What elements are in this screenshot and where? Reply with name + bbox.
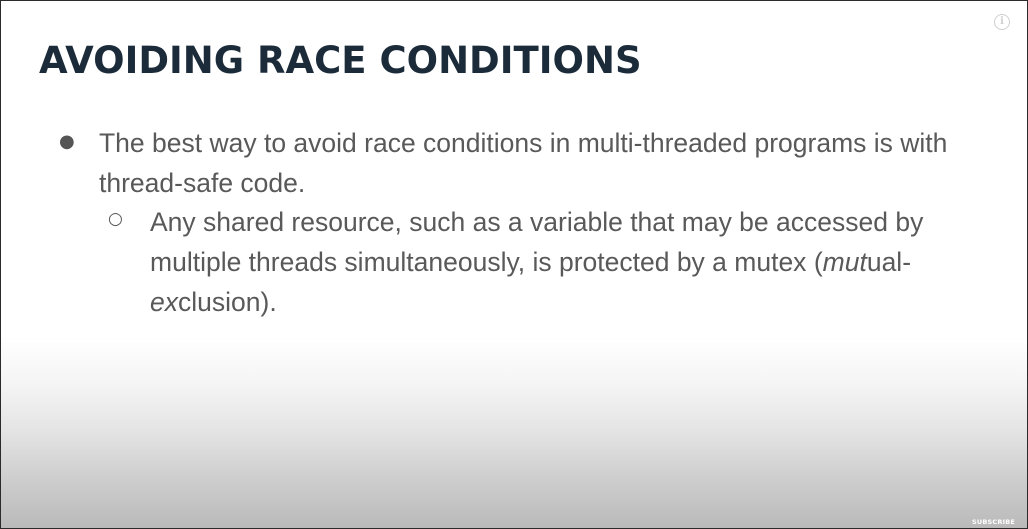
paren-open: ( <box>813 247 823 277</box>
ual-plain: ual- <box>866 247 912 277</box>
info-icon[interactable]: i <box>994 14 1010 30</box>
sub-bullet-main: Any shared resource, such as a variable … <box>150 207 924 277</box>
sub-bullet-circle-icon: ○ <box>108 209 123 229</box>
clusion-plain: clusion). <box>178 287 277 317</box>
sub-bullet-text: Any shared resource, such as a variable … <box>150 202 970 322</box>
bullet-dot-icon: ● <box>59 131 75 152</box>
ex-italic: ex <box>150 287 178 317</box>
slide-title: AVOIDING RACE CONDITIONS <box>39 39 642 82</box>
subscribe-button[interactable]: SUBSCRIBE <box>972 518 1015 526</box>
mut-italic: mut <box>822 247 867 277</box>
info-icon-glyph: i <box>1000 16 1004 27</box>
video-player[interactable]: AVOIDING RACE CONDITIONS ● The best way … <box>0 0 1028 529</box>
bullet-text-1: The best way to avoid race conditions in… <box>99 128 948 198</box>
